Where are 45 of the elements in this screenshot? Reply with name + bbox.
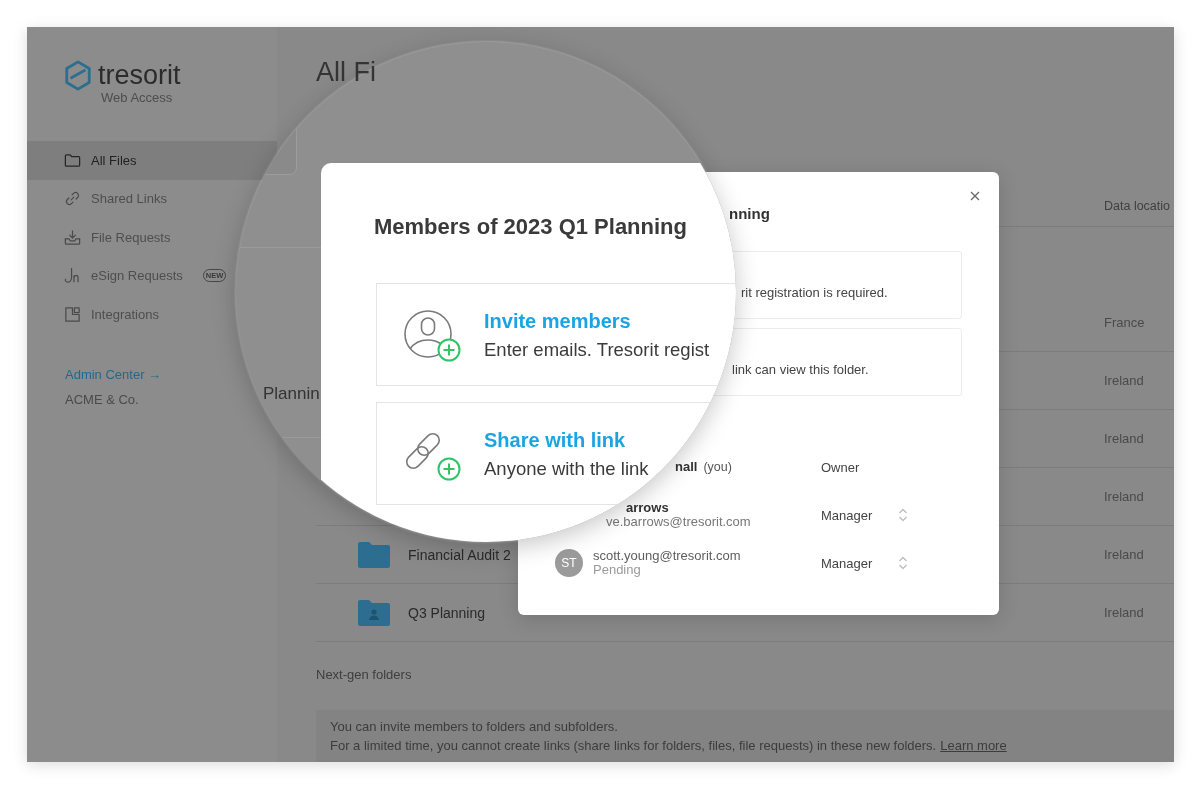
role-dropdown[interactable]: Manager bbox=[821, 555, 908, 571]
role-label: Owner bbox=[821, 459, 860, 475]
signature-icon bbox=[63, 266, 82, 286]
member-status: Pending bbox=[593, 563, 641, 577]
user-avatar: ST bbox=[555, 549, 583, 577]
table-cell-text: Ireland bbox=[1104, 373, 1145, 388]
member-name: arrows bbox=[626, 501, 669, 515]
inbox-icon bbox=[63, 227, 82, 247]
member-email: ve.barrows@tresorit.com bbox=[606, 515, 751, 529]
table-cell-text: Ireland bbox=[1104, 605, 1145, 620]
option-description: Anyone with the link bbox=[484, 457, 649, 480]
table-cell-text: Ireland bbox=[1104, 547, 1145, 562]
hexagon-logo-icon bbox=[63, 59, 93, 92]
member-name: nall bbox=[675, 460, 698, 474]
section-heading: Next-gen folders bbox=[316, 667, 412, 683]
sidebar-item[interactable]: File Requests bbox=[27, 218, 234, 257]
chevron-updown-icon bbox=[898, 507, 908, 523]
option-title: Share with link bbox=[484, 427, 626, 452]
notice-text: For a limited time, you cannot create links (share links for folders, files, file requests) in these new folders. Learn more bbox=[330, 737, 1007, 755]
sidebar-item[interactable]: Integrations bbox=[27, 295, 234, 334]
column-header[interactable]: Data locatio bbox=[1104, 198, 1174, 213]
table-cell-text: Ireland bbox=[1104, 431, 1145, 446]
chevron-updown-icon bbox=[898, 555, 908, 571]
learn-more-link[interactable]: Learn more bbox=[940, 738, 1007, 753]
folder-name: Q3 Planning bbox=[408, 604, 486, 621]
page-title: All Fi bbox=[316, 56, 376, 88]
blocks-icon bbox=[63, 304, 82, 324]
folder-name: Financial Audit 2 bbox=[408, 546, 511, 563]
table-cell-text: France bbox=[1104, 315, 1146, 330]
close-icon[interactable] bbox=[970, 191, 980, 201]
member-note: (you) bbox=[703, 460, 732, 474]
sidebar-item[interactable]: Shared Links bbox=[27, 179, 234, 218]
notice-text: You can invite members to folders and subfolders. bbox=[330, 718, 618, 736]
member-email: scott.young@tresorit.com bbox=[593, 549, 741, 563]
role-dropdown[interactable]: Manager bbox=[821, 507, 908, 523]
add-person-icon bbox=[403, 307, 461, 362]
table-cell-text: Ireland bbox=[1104, 489, 1145, 504]
folder-name: Plannin bbox=[263, 385, 320, 402]
dialog-title: Members of 2023 Q1 Planning bbox=[374, 213, 687, 241]
dialog-title: nning bbox=[729, 205, 770, 223]
logo-wordmark: tresorit bbox=[98, 59, 181, 92]
logo-subtitle: Web Access bbox=[101, 90, 173, 106]
sidebar-item[interactable]: All Files bbox=[27, 141, 277, 180]
option-card[interactable]: Invite members Enter emails. Tresorit regist bbox=[376, 283, 736, 386]
organization-name: ACME & Co. bbox=[65, 391, 139, 408]
